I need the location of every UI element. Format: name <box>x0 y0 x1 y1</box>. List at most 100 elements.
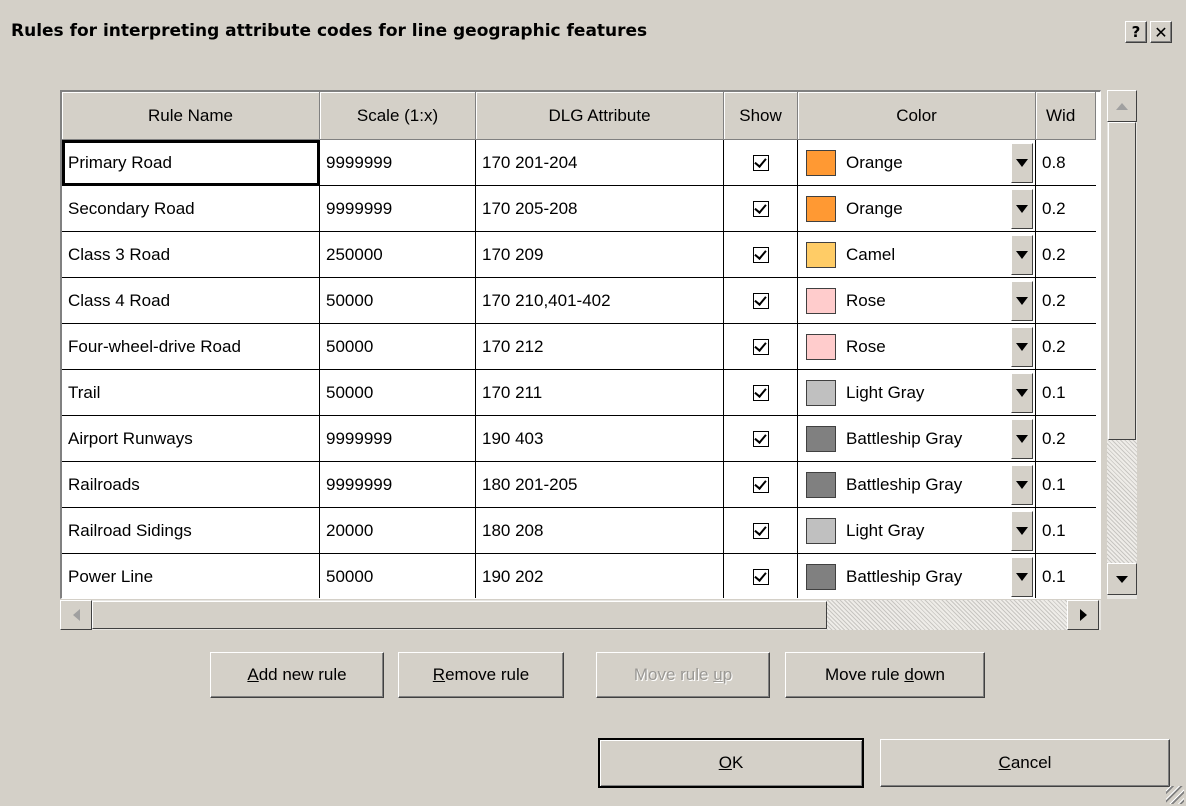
rule-name-cell[interactable]: Primary Road <box>62 140 320 186</box>
rules-grid[interactable]: Rule Name Scale (1:x) DLG Attribute Show Col… <box>60 90 1101 599</box>
rule-name-cell[interactable]: Secondary Road <box>62 186 320 232</box>
color-cell[interactable]: Battleship Gray <box>798 416 1036 462</box>
scroll-right-button[interactable] <box>1067 600 1099 630</box>
width-cell[interactable]: 0.1 <box>1036 370 1096 416</box>
table-row[interactable]: Secondary Road 9999999 170 205-208 Orange 0.… <box>62 186 1096 232</box>
scale-cell[interactable]: 50000 <box>320 324 476 370</box>
show-checkbox[interactable] <box>752 522 769 539</box>
scale-cell[interactable]: 50000 <box>320 554 476 598</box>
header-width[interactable]: Wid <box>1036 92 1096 140</box>
color-cell[interactable]: Light Gray <box>798 370 1036 416</box>
add-rule-button[interactable]: Add new rule <box>210 652 384 698</box>
resize-grip-icon[interactable] <box>1166 786 1184 804</box>
move-rule-down-button[interactable]: Move rule d own <box>785 652 985 698</box>
color-cell[interactable]: Light Gray <box>798 508 1036 554</box>
scale-cell[interactable]: 20000 <box>320 508 476 554</box>
show-checkbox[interactable] <box>752 200 769 217</box>
cancel-button[interactable]: Cancel <box>880 739 1170 787</box>
color-dropdown-button[interactable] <box>1011 510 1033 551</box>
close-button[interactable]: ✕ <box>1150 21 1172 43</box>
width-cell[interactable]: 0.1 <box>1036 508 1096 554</box>
table-row[interactable]: Railroads 9999999 180 201-205 Battleship Gr… <box>62 462 1096 508</box>
show-checkbox[interactable] <box>752 568 769 585</box>
color-dropdown-button[interactable] <box>1011 188 1033 229</box>
width-cell[interactable]: 0.2 <box>1036 232 1096 278</box>
scale-cell[interactable]: 9999999 <box>320 140 476 186</box>
rule-name-cell[interactable]: Four-wheel-drive Road <box>62 324 320 370</box>
dlg-attribute-cell[interactable]: 170 212 <box>476 324 724 370</box>
scale-cell[interactable]: 9999999 <box>320 186 476 232</box>
color-cell[interactable]: Camel <box>798 232 1036 278</box>
show-cell[interactable] <box>724 416 798 462</box>
color-cell[interactable]: Battleship Gray <box>798 554 1036 598</box>
table-row[interactable]: Trail 50000 170 211 Light Gray 0.1 <box>62 370 1096 416</box>
show-checkbox[interactable] <box>752 292 769 309</box>
vertical-scroll-thumb[interactable] <box>1108 122 1136 440</box>
show-cell[interactable] <box>724 140 798 186</box>
dlg-attribute-cell[interactable]: 170 201-204 <box>476 140 724 186</box>
rule-name-cell[interactable]: Class 4 Road <box>62 278 320 324</box>
move-rule-up-button[interactable]: Move rule up <box>596 652 770 698</box>
scroll-left-button[interactable] <box>60 600 92 630</box>
width-cell[interactable]: 0.2 <box>1036 416 1096 462</box>
color-cell[interactable]: Orange <box>798 140 1036 186</box>
width-cell[interactable]: 0.1 <box>1036 462 1096 508</box>
dlg-attribute-cell[interactable]: 180 201-205 <box>476 462 724 508</box>
show-cell[interactable] <box>724 554 798 598</box>
table-row[interactable]: Class 3 Road 250000 170 209 Camel 0.2 <box>62 232 1096 278</box>
header-rule-name[interactable]: Rule Name <box>62 92 320 140</box>
color-cell[interactable]: Rose <box>798 324 1036 370</box>
color-dropdown-button[interactable] <box>1011 280 1033 321</box>
show-cell[interactable] <box>724 462 798 508</box>
show-cell[interactable] <box>724 186 798 232</box>
width-cell[interactable]: 0.8 <box>1036 140 1096 186</box>
color-cell[interactable]: Rose <box>798 278 1036 324</box>
show-checkbox[interactable] <box>752 338 769 355</box>
show-checkbox[interactable] <box>752 430 769 447</box>
dlg-attribute-cell[interactable]: 170 210,401-402 <box>476 278 724 324</box>
horizontal-scrollbar[interactable] <box>60 600 1101 630</box>
header-dlg-attribute[interactable]: DLG Attribute <box>476 92 724 140</box>
show-cell[interactable] <box>724 370 798 416</box>
vertical-scrollbar[interactable] <box>1107 90 1137 599</box>
show-cell[interactable] <box>724 278 798 324</box>
scale-cell[interactable]: 50000 <box>320 370 476 416</box>
color-dropdown-button[interactable] <box>1011 326 1033 367</box>
dlg-attribute-cell[interactable]: 190 202 <box>476 554 724 598</box>
show-cell[interactable] <box>724 324 798 370</box>
scroll-down-button[interactable] <box>1107 563 1137 595</box>
show-checkbox[interactable] <box>752 476 769 493</box>
table-row[interactable]: Primary Road 9999999 170 201-204 Orange 0.8 <box>62 140 1096 186</box>
width-cell[interactable]: 0.1 <box>1036 554 1096 598</box>
scale-cell[interactable]: 250000 <box>320 232 476 278</box>
rule-name-cell[interactable]: Trail <box>62 370 320 416</box>
color-cell[interactable]: Orange <box>798 186 1036 232</box>
color-dropdown-button[interactable] <box>1011 464 1033 505</box>
show-checkbox[interactable] <box>752 154 769 171</box>
width-cell[interactable]: 0.2 <box>1036 186 1096 232</box>
table-row[interactable]: Class 4 Road 50000 170 210,401-402 Rose 0.2 <box>62 278 1096 324</box>
width-cell[interactable]: 0.2 <box>1036 324 1096 370</box>
color-dropdown-button[interactable] <box>1011 234 1033 275</box>
dlg-attribute-cell[interactable]: 170 211 <box>476 370 724 416</box>
show-cell[interactable] <box>724 232 798 278</box>
dlg-attribute-cell[interactable]: 190 403 <box>476 416 724 462</box>
table-row[interactable]: Airport Runways 9999999 190 403 Battleship … <box>62 416 1096 462</box>
rule-name-cell[interactable]: Railroad Sidings <box>62 508 320 554</box>
rule-name-cell[interactable]: Power Line <box>62 554 320 598</box>
rule-name-cell[interactable]: Airport Runways <box>62 416 320 462</box>
vertical-scroll-track[interactable] <box>1107 440 1137 563</box>
rule-name-cell[interactable]: Class 3 Road <box>62 232 320 278</box>
show-checkbox[interactable] <box>752 384 769 401</box>
dlg-attribute-cell[interactable]: 180 208 <box>476 508 724 554</box>
dlg-attribute-cell[interactable]: 170 209 <box>476 232 724 278</box>
color-dropdown-button[interactable] <box>1011 372 1033 413</box>
remove-rule-button[interactable]: Remove rule <box>398 652 564 698</box>
table-row[interactable]: Railroad Sidings 20000 180 208 Light Gray 0.… <box>62 508 1096 554</box>
dlg-attribute-cell[interactable]: 170 205-208 <box>476 186 724 232</box>
scale-cell[interactable]: 9999999 <box>320 416 476 462</box>
help-button[interactable]: ? <box>1125 21 1147 43</box>
header-show[interactable]: Show <box>724 92 798 140</box>
color-cell[interactable]: Battleship Gray <box>798 462 1036 508</box>
scale-cell[interactable]: 9999999 <box>320 462 476 508</box>
